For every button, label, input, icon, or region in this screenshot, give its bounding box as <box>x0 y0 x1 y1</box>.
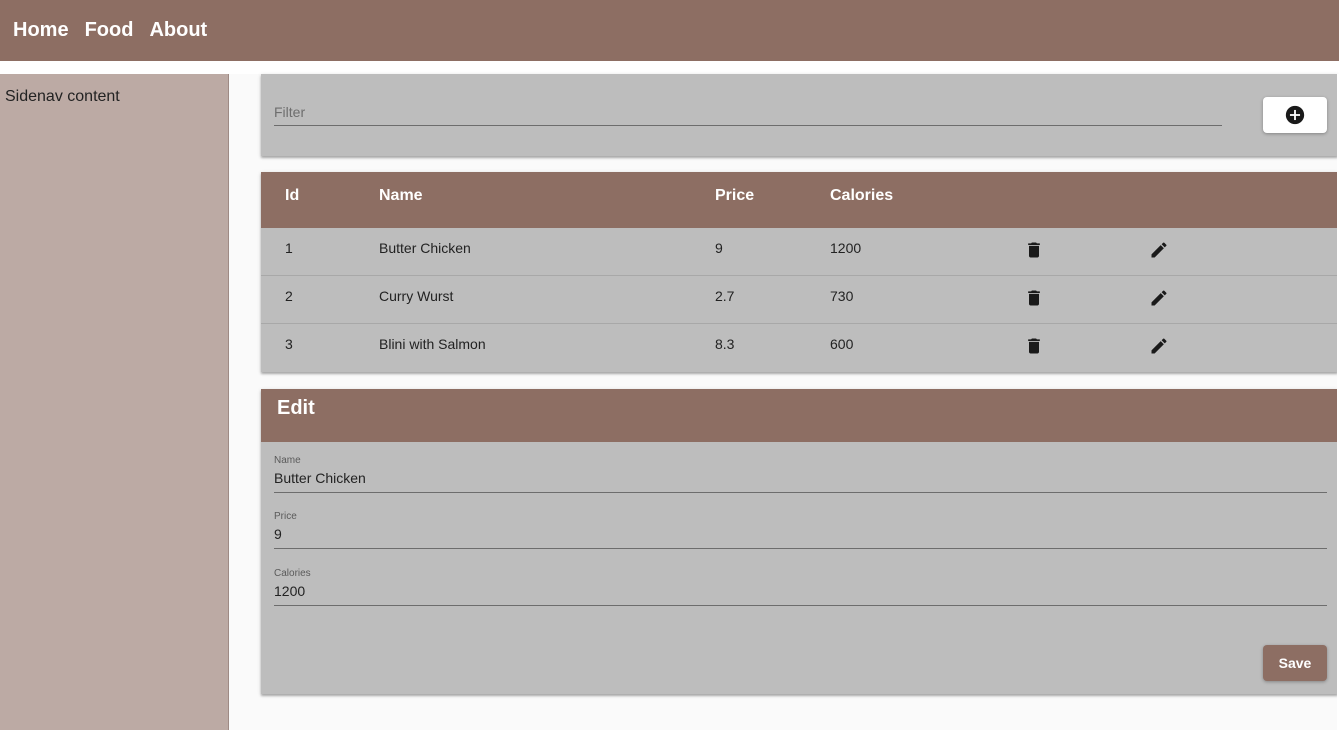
table-row[interactable]: 1 Butter Chicken 9 1200 <box>261 228 1338 276</box>
food-table: Id Name Price Calories 1 Butter Chicken … <box>261 172 1338 372</box>
filter-input[interactable] <box>274 102 1222 120</box>
cell-calories: 1200 <box>830 240 862 256</box>
filter-field <box>274 102 1222 126</box>
name-field: Name <box>274 455 1327 493</box>
nav-food-link[interactable]: Food <box>85 19 134 42</box>
cell-name: Blini with Salmon <box>379 336 486 352</box>
calories-label: Calories <box>274 568 311 579</box>
main-content: Id Name Price Calories 1 Butter Chicken … <box>229 74 1339 730</box>
trash-icon <box>1028 338 1040 354</box>
edit-button[interactable] <box>1147 286 1171 310</box>
header-calories: Calories <box>830 187 894 204</box>
cell-id: 2 <box>285 288 293 304</box>
cell-price: 8.3 <box>715 336 735 352</box>
cell-price: 2.7 <box>715 288 735 304</box>
calories-input[interactable] <box>274 583 1327 599</box>
cell-name: Curry Wurst <box>379 288 454 304</box>
name-input[interactable] <box>274 470 1327 486</box>
price-field: Price <box>274 511 1327 549</box>
cell-name: Butter Chicken <box>379 240 471 256</box>
nav-about-link[interactable]: About <box>149 19 207 42</box>
trash-icon <box>1028 290 1040 306</box>
save-button[interactable]: Save <box>1263 645 1327 681</box>
add-circle-icon <box>1285 105 1305 125</box>
header-price: Price <box>715 187 755 204</box>
cell-price: 9 <box>715 240 723 256</box>
table-row[interactable]: 3 Blini with Salmon 8.3 600 <box>261 324 1338 372</box>
edit-title: Edit <box>261 389 1338 442</box>
edit-button[interactable] <box>1147 238 1171 262</box>
table-header: Id Name Price Calories <box>261 172 1338 228</box>
cell-id: 1 <box>285 240 293 256</box>
sidenav-content: Sidenav content <box>5 88 120 105</box>
header-id: Id <box>285 187 300 204</box>
price-label: Price <box>274 511 297 522</box>
nav-home-link[interactable]: Home <box>13 19 69 42</box>
trash-icon <box>1028 242 1040 258</box>
delete-button[interactable] <box>1022 286 1046 310</box>
cell-calories: 600 <box>830 336 854 352</box>
pencil-icon <box>1151 290 1167 306</box>
add-food-button[interactable] <box>1263 97 1327 133</box>
name-label: Name <box>274 455 301 466</box>
filter-card <box>261 74 1338 156</box>
edit-button[interactable] <box>1147 334 1171 358</box>
table-row[interactable]: 2 Curry Wurst 2.7 730 <box>261 276 1338 324</box>
cell-id: 3 <box>285 336 293 352</box>
pencil-icon <box>1151 242 1167 258</box>
top-toolbar: Home Food About <box>0 0 1339 61</box>
sidenav: Sidenav content <box>0 74 229 730</box>
header-name: Name <box>379 187 423 204</box>
pencil-icon <box>1151 338 1167 354</box>
calories-field: Calories <box>274 568 1327 606</box>
cell-calories: 730 <box>830 288 854 304</box>
price-input[interactable] <box>274 526 1327 542</box>
delete-button[interactable] <box>1022 238 1046 262</box>
edit-card: Edit Name Price Calories Save <box>261 389 1338 694</box>
delete-button[interactable] <box>1022 334 1046 358</box>
